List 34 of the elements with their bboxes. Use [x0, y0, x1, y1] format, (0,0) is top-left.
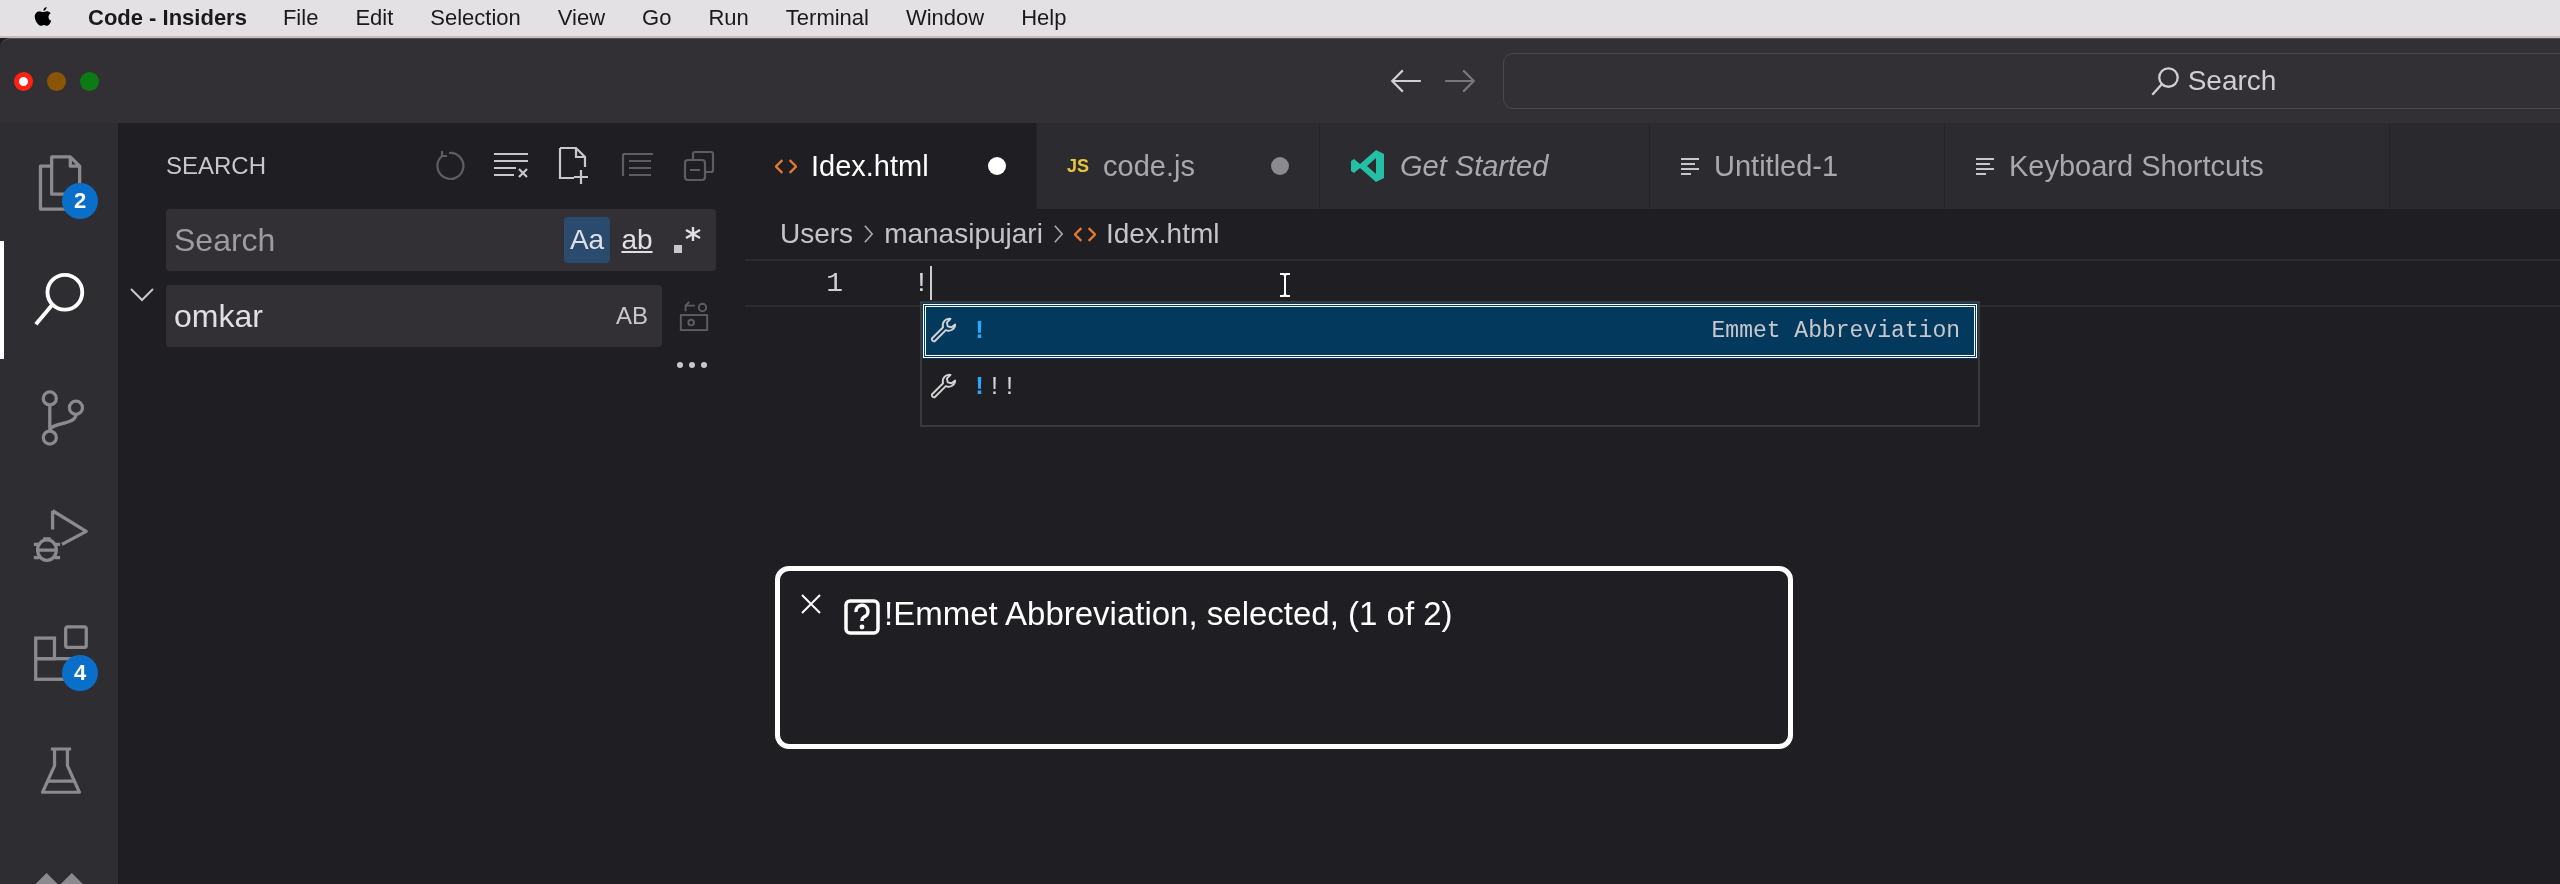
breadcrumb-item[interactable]: Users: [780, 218, 854, 250]
suggestion-item[interactable]: ! Emmet Abbreviation: [922, 303, 1978, 359]
line-number: 1: [825, 267, 843, 299]
menu-item[interactable]: File: [282, 5, 319, 31]
command-search-field[interactable]: Search: [1503, 53, 2560, 109]
app-name[interactable]: Code - Insiders: [88, 5, 247, 31]
extensions-activity-button[interactable]: 4: [0, 595, 118, 713]
suggestion-item[interactable]: !!!: [922, 359, 1978, 415]
breadcrumb-item[interactable]: manasipujari: [884, 218, 1043, 250]
files-activity-button[interactable]: 2: [0, 123, 118, 241]
search-field[interactable]: Search Aa ab: [166, 209, 716, 271]
js-icon: JS: [1067, 155, 1090, 177]
breadcrumb-item[interactable]: Idex.html: [1105, 218, 1220, 250]
suggestion-detail: Emmet Abbreviation: [1711, 318, 1960, 344]
menu-item[interactable]: Window: [905, 5, 985, 31]
menu-item[interactable]: Go: [642, 5, 672, 31]
menu-item[interactable]: View: [557, 5, 606, 31]
menu-item[interactable]: Help: [1021, 5, 1067, 31]
announcement-text: !Emmet Abbreviation, selected, (1 of 2): [884, 595, 1453, 633]
menu-item[interactable]: Edit: [355, 5, 394, 31]
count-badge: 4: [62, 655, 98, 691]
editor-tab[interactable]: Idex.html: [745, 123, 1037, 209]
panel-title: SEARCH: [166, 152, 267, 180]
replace-field[interactable]: omkar AB: [166, 285, 662, 347]
preserve-case-toggle[interactable]: AB: [616, 302, 648, 330]
suggestion-label: !: [972, 316, 987, 346]
menu-item[interactable]: Terminal: [785, 5, 869, 31]
menu-item[interactable]: Selection: [430, 5, 521, 31]
suggestion-label: !!!: [972, 372, 1018, 402]
whole-word-toggle[interactable]: ab: [614, 217, 660, 263]
count-badge: 2: [62, 183, 98, 219]
menu-item[interactable]: Run: [708, 5, 749, 31]
code-text: !: [913, 267, 930, 299]
match-case-toggle[interactable]: Aa: [564, 217, 610, 263]
